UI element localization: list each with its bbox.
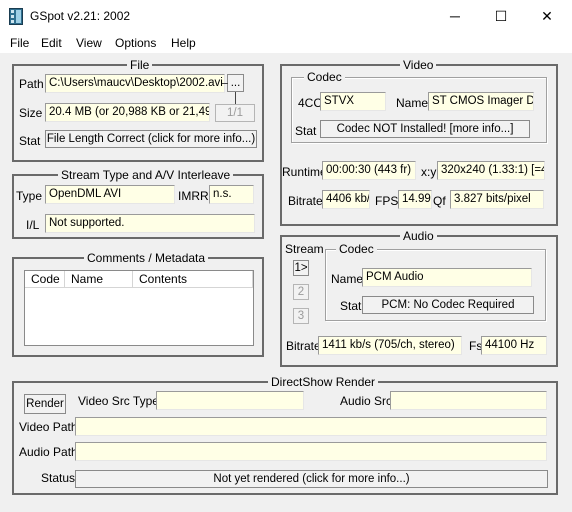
video-codec-stat-button[interactable]: Codec NOT Installed! [more info...] [320,120,530,138]
file-part-button[interactable]: 1/1 [215,104,255,122]
type-field[interactable]: OpenDML AVI [45,185,175,204]
menu-help[interactable]: Help [171,36,196,50]
audio-src-label: Audio Src [340,394,393,408]
column-header-code[interactable]: Code [25,271,65,288]
audio-stream-3-button[interactable]: 3 [293,308,309,324]
column-header-contents[interactable]: Contents [133,271,253,288]
minimize-icon[interactable]: ─ [432,0,478,33]
imrr-label: IMRR [178,189,209,203]
video-bitrate-label: Bitrate [288,194,323,208]
video-legend: Video [400,58,437,72]
file-stat-button[interactable]: File Length Correct (click for more info… [45,130,257,148]
title-bar[interactable]: GSpot v2.21: 2002 ─ ☐ ✕ [0,0,572,33]
maximize-icon[interactable]: ☐ [478,0,524,33]
video-path-field[interactable] [75,417,547,436]
size-label: Size [19,106,43,120]
audio-path-label: Audio Path [19,445,78,459]
audio-codec-legend: Codec [336,242,377,256]
menu-file[interactable]: File [10,36,29,50]
status-label: Status [41,471,76,485]
audio-name-label: Name [331,272,364,286]
comments-listview[interactable]: Code Name Contents [24,270,254,346]
menu-options[interactable]: Options [115,36,156,50]
runtime-label: Runtime [282,165,327,179]
video-bitrate-field[interactable]: 4406 kb/ [322,190,370,209]
audio-name-field[interactable]: PCM Audio [362,268,532,287]
connector-line [222,83,228,84]
runtime-field[interactable]: 00:00:30 (443 fr) [322,161,416,180]
video-src-type-field[interactable] [156,391,304,410]
video-stat-label: Stat [295,124,317,138]
stream-type-legend: Stream Type and A/V Interleave [58,168,234,182]
audio-stream-label: Stream [285,242,324,256]
audio-src-field[interactable] [390,391,547,410]
path-label: Path [19,77,44,91]
resolution-field[interactable]: 320x240 (1.33:1) [=4:3 [437,161,545,180]
video-src-type-label: Video Src Type [78,394,159,408]
audio-bitrate-label: Bitrate [286,339,321,353]
file-group-legend: File [127,58,153,72]
size-field[interactable]: 20.4 MB (or 20,988 KB or 21,492, [45,103,210,122]
menu-edit[interactable]: Edit [41,36,62,50]
audio-stream-1-button[interactable]: 1> [293,260,309,276]
window-title: GSpot v2.21: 2002 [30,9,131,23]
audio-bitrate-field[interactable]: 1411 kb/s (705/ch, stereo) [318,336,462,355]
video-path-label: Video Path [19,420,78,434]
codec-name-field[interactable]: ST CMOS Imager Da [428,92,534,111]
xy-label: x:y [421,165,437,179]
gspot-app-icon [9,8,23,25]
path-field[interactable]: C:\Users\maucv\Desktop\2002.avi [45,74,225,93]
il-label: I/L [26,218,40,232]
comments-legend: Comments / Metadata [84,251,209,265]
audio-legend: Audio [400,229,437,243]
fps-label: FPS [375,194,399,208]
audio-path-field[interactable] [75,442,547,461]
stat-label: Stat [19,134,41,148]
render-button[interactable]: Render [24,394,66,414]
type-label: Type [16,189,43,203]
video-codec-legend: Codec [304,70,345,84]
codec-name-label: Name [396,96,429,110]
fourcc-label: 4CC [298,96,323,110]
render-status-button[interactable]: Not yet rendered (click for more info...… [75,470,548,488]
fs-field[interactable]: 44100 Hz [481,336,547,355]
close-icon[interactable]: ✕ [524,0,570,33]
qf-label: Qf [433,194,446,208]
imrr-field[interactable]: n.s. [209,185,254,204]
menu-bar: File Edit View Options Help [0,33,572,53]
directshow-legend: DirectShow Render [268,375,379,389]
fps-field[interactable]: 14.99 [398,190,432,209]
browse-button[interactable]: ... [227,74,244,92]
audio-codec-stat-button[interactable]: PCM: No Codec Required [362,296,534,314]
audio-stream-2-button[interactable]: 2 [293,284,309,300]
il-field[interactable]: Not supported. [45,214,255,233]
menu-view[interactable]: View [76,36,102,50]
column-header-name[interactable]: Name [65,271,133,288]
audio-stat-label: Stat [340,299,362,313]
fourcc-field[interactable]: STVX [320,92,386,111]
qf-field[interactable]: 3.827 bits/pixel [450,190,544,209]
